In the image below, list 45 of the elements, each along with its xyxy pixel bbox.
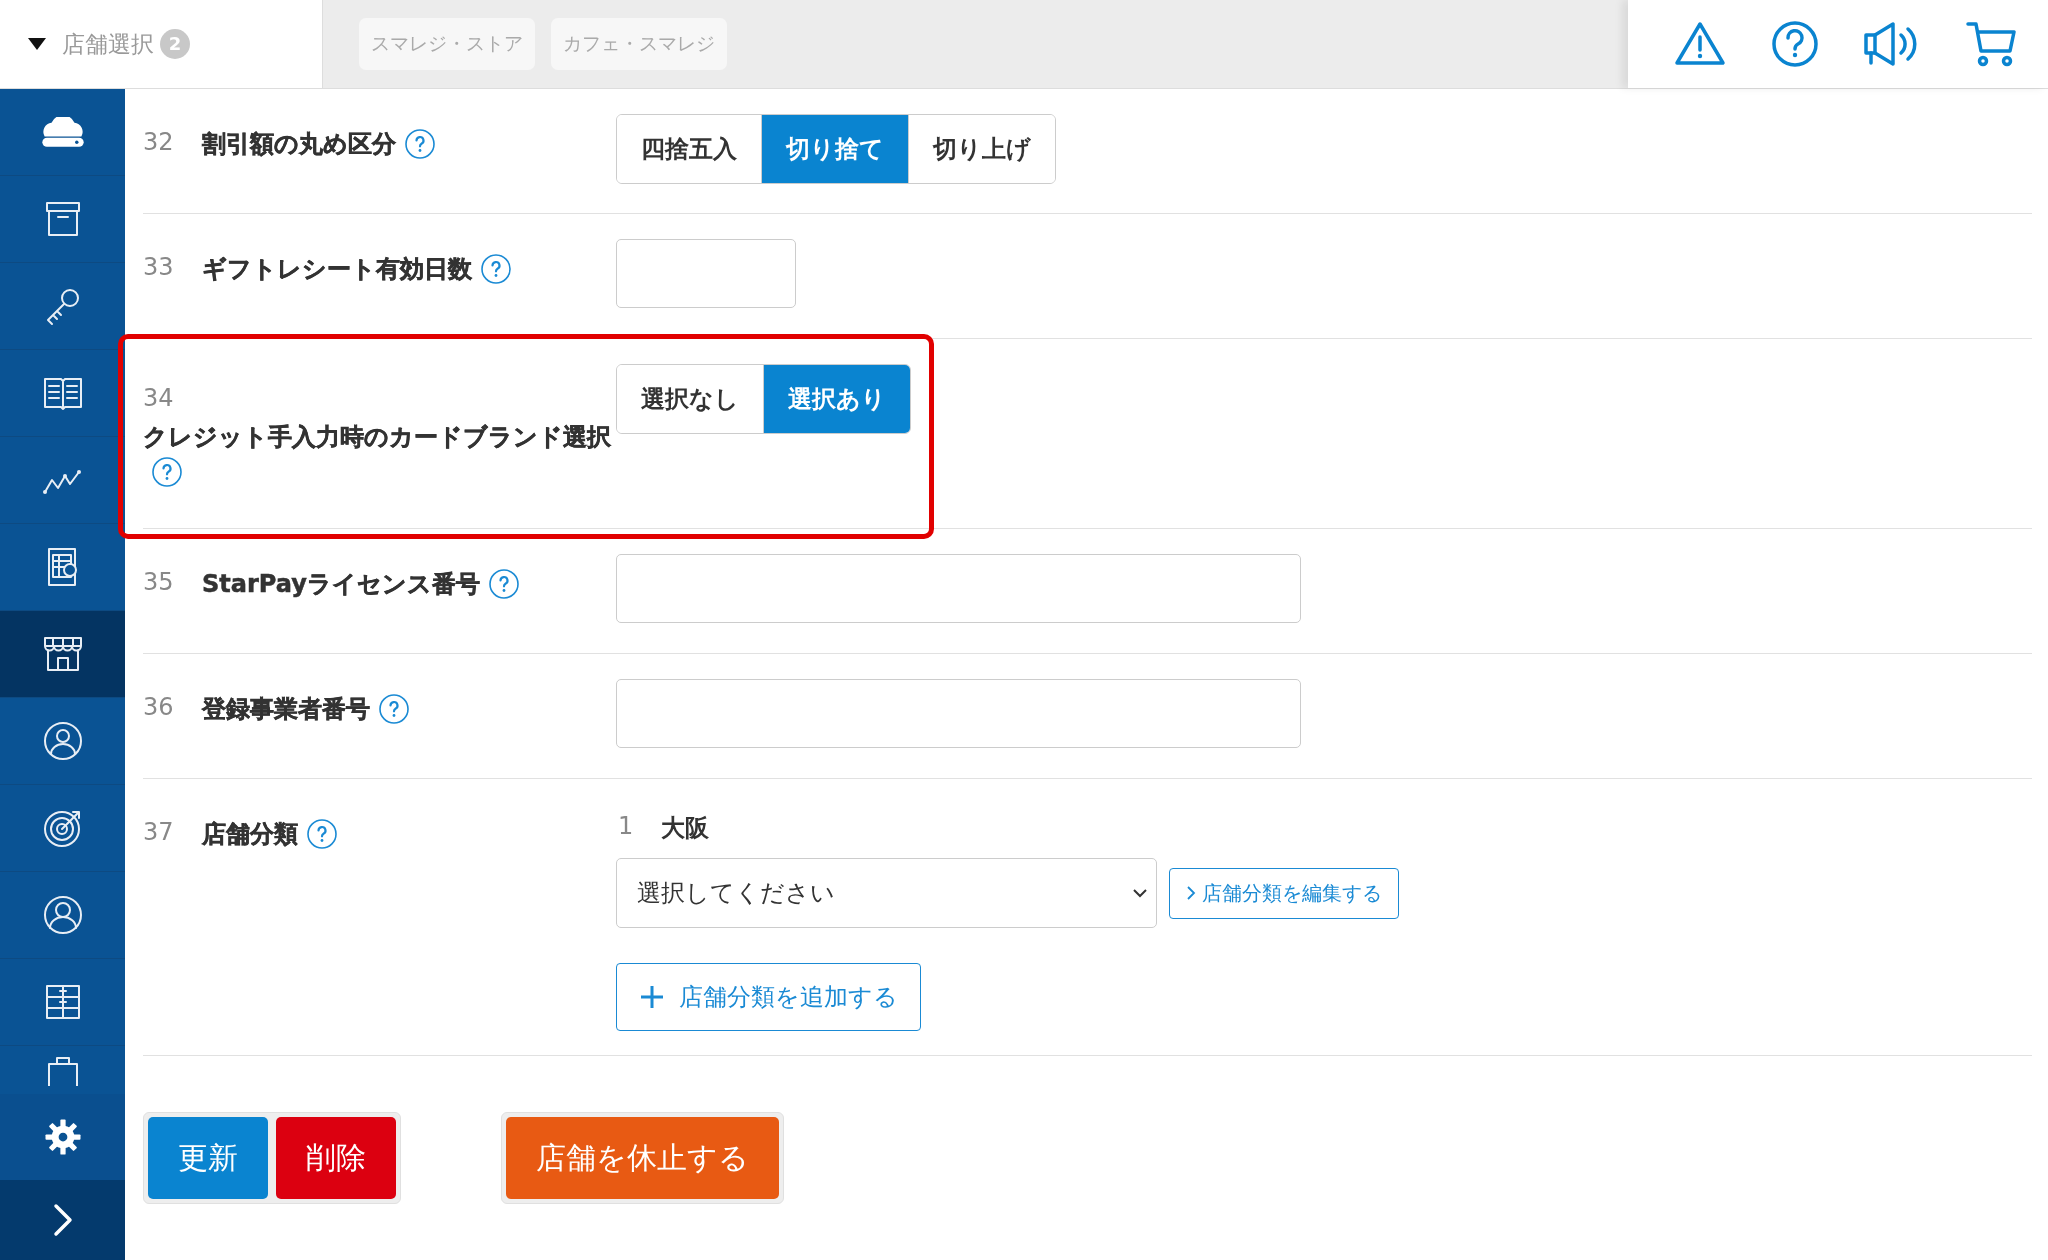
setting-label: クレジット手入力時のカードブランド選択 bbox=[143, 423, 611, 451]
input-field[interactable] bbox=[616, 679, 1301, 748]
help-icon[interactable] bbox=[378, 693, 410, 725]
help-icon[interactable] bbox=[306, 818, 338, 850]
input-field[interactable] bbox=[616, 554, 1301, 623]
store-selector-label: 店舗選択 bbox=[62, 29, 154, 59]
warning-icon[interactable] bbox=[1674, 21, 1727, 67]
row-number: 33 bbox=[143, 253, 175, 281]
setting-label: ギフトレシート有効日数 bbox=[202, 254, 472, 285]
help-icon[interactable] bbox=[480, 253, 512, 285]
edit-button[interactable]: 店舗分類を編集する bbox=[1169, 867, 1399, 919]
row-number: 37 bbox=[143, 818, 175, 846]
option-button[interactable]: 四捨五入 bbox=[617, 115, 762, 183]
help-icon[interactable] bbox=[1770, 20, 1819, 68]
help-icon[interactable] bbox=[404, 128, 436, 160]
input-field[interactable] bbox=[616, 239, 796, 308]
setting-label: 割引額の丸め区分 bbox=[202, 129, 396, 160]
option-button[interactable]: 切り捨て bbox=[762, 115, 909, 183]
suspend-button[interactable]: 店舗を休止する bbox=[506, 1117, 779, 1199]
store-chip[interactable]: スマレジ・ストア bbox=[359, 18, 535, 70]
sidebar-item[interactable] bbox=[0, 611, 125, 698]
cart-icon[interactable] bbox=[1965, 21, 2016, 67]
settings-button[interactable] bbox=[0, 1094, 125, 1180]
help-icon[interactable] bbox=[151, 456, 183, 488]
setting-label: 店舗分類 bbox=[202, 819, 298, 850]
setting-label: 登録事業者番号 bbox=[202, 694, 370, 725]
setting-label: StarPayライセンス番号 bbox=[202, 569, 480, 600]
row-number: 35 bbox=[143, 568, 175, 596]
category-name: 大阪 bbox=[661, 813, 710, 844]
chevron-down-icon bbox=[1132, 888, 1148, 898]
store-chip[interactable]: カフェ・スマレジ bbox=[551, 18, 727, 70]
entry-number: 1 bbox=[618, 812, 634, 842]
plus-icon bbox=[639, 984, 665, 1010]
update-button[interactable]: 更新 bbox=[148, 1117, 268, 1199]
option-button[interactable]: 選択なし bbox=[617, 365, 764, 433]
row-number: 34 bbox=[143, 384, 175, 412]
help-icon[interactable] bbox=[487, 568, 520, 600]
option-button[interactable]: 選択あり bbox=[764, 365, 910, 433]
add-button[interactable]: 店舗分類を追加する bbox=[616, 963, 921, 1031]
cloud-icon bbox=[39, 116, 86, 148]
row-number: 32 bbox=[143, 128, 175, 156]
dropdown[interactable]: 選択してください bbox=[616, 858, 1157, 928]
chevron-right-icon bbox=[1186, 885, 1196, 901]
row-number: 36 bbox=[143, 693, 175, 721]
delete-button[interactable]: 削除 bbox=[276, 1117, 396, 1199]
